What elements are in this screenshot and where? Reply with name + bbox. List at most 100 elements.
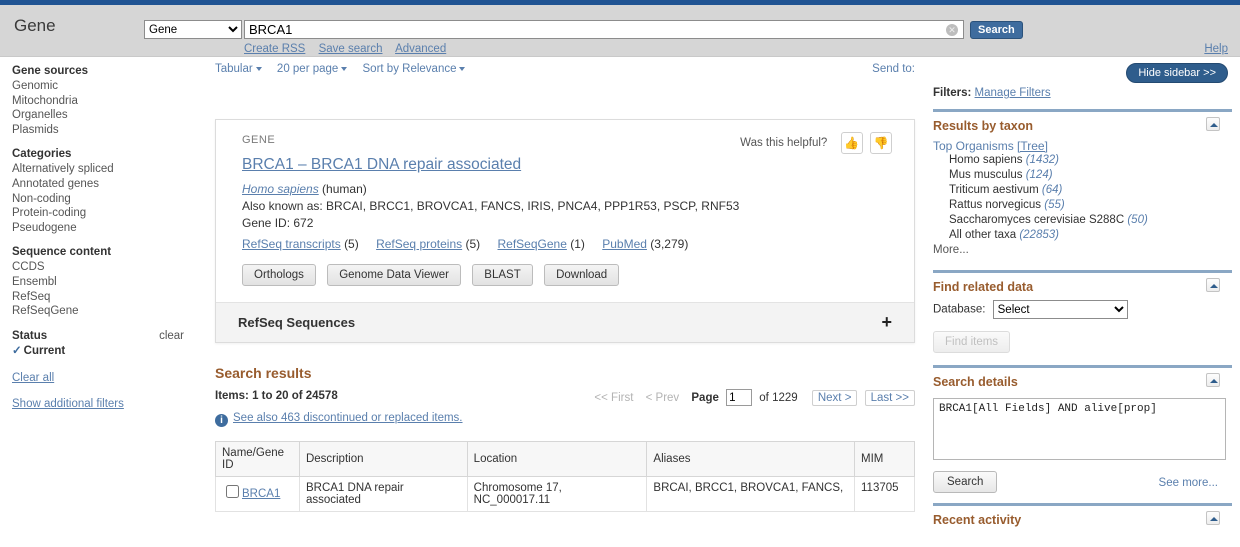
- status-clear-link[interactable]: clear: [159, 330, 184, 342]
- expand-plus-icon[interactable]: +: [881, 312, 892, 333]
- divider: [933, 109, 1232, 112]
- filter-group-categories: Categories Alternatively spliced Annotat…: [12, 148, 190, 235]
- filter-item-mitochondria[interactable]: Mitochondria: [12, 94, 190, 109]
- gene-title-link[interactable]: BRCA1 – BRCA1 DNA repair associated: [242, 156, 521, 174]
- see-more-link[interactable]: See more...: [1159, 477, 1218, 489]
- collapse-recent-button[interactable]: [1206, 511, 1220, 525]
- row-checkbox[interactable]: [226, 485, 239, 498]
- taxon-item-homo-sapiens[interactable]: Homo sapiens (1432): [949, 153, 1226, 168]
- show-additional-filters-link[interactable]: Show additional filters: [12, 398, 190, 410]
- refseq-sequences-section[interactable]: RefSeq Sequences +: [216, 302, 914, 342]
- database-title: Gene: [14, 16, 56, 35]
- gene-name-link[interactable]: BRCA1: [242, 488, 280, 500]
- taxon-item-rattus-norvegicus[interactable]: Rattus norvegicus (55): [949, 198, 1226, 213]
- species-link[interactable]: Homo sapiens: [242, 182, 319, 196]
- collapse-taxon-button[interactable]: [1206, 117, 1220, 131]
- clear-icon[interactable]: ✕: [946, 24, 958, 36]
- results-table: Name/Gene ID Description Location Aliase…: [215, 441, 915, 512]
- filter-item-pseudogene[interactable]: Pseudogene: [12, 221, 190, 236]
- refseq-transcripts-link[interactable]: RefSeq transcripts: [242, 237, 341, 251]
- filter-item-ccds[interactable]: CCDS: [12, 260, 190, 275]
- thumbs-up-icon[interactable]: 👍: [840, 132, 863, 154]
- divider: [933, 503, 1232, 506]
- download-button[interactable]: Download: [544, 264, 620, 286]
- column-header-mim[interactable]: MIM: [854, 441, 915, 477]
- refseq-proteins-link[interactable]: RefSeq proteins: [376, 237, 462, 251]
- discontinued-items-link[interactable]: See also 463 discontinued or replaced it…: [233, 412, 463, 424]
- blast-button[interactable]: BLAST: [472, 264, 533, 286]
- refseqgene-link[interactable]: RefSeqGene: [498, 237, 567, 251]
- taxon-name: Mus musculus: [949, 169, 1023, 181]
- taxon-item-all-other-taxa[interactable]: All other taxa (22853): [949, 228, 1226, 243]
- filter-item-organelles[interactable]: Organelles: [12, 108, 190, 123]
- filter-item-annotated-genes[interactable]: Annotated genes: [12, 177, 190, 192]
- refseq-proteins-count: (5): [465, 237, 481, 251]
- advanced-link[interactable]: Advanced: [395, 43, 446, 55]
- taxon-item-mus-musculus[interactable]: Mus musculus (124): [949, 168, 1226, 183]
- create-rss-link[interactable]: Create RSS: [244, 43, 305, 55]
- filter-item-plasmids[interactable]: Plasmids: [12, 123, 190, 138]
- next-page-button[interactable]: Next >: [811, 389, 858, 406]
- manage-filters-link[interactable]: Manage Filters: [975, 87, 1051, 99]
- filter-item-alternatively-spliced[interactable]: Alternatively spliced: [12, 162, 190, 177]
- table-header-row: Name/Gene ID Description Location Aliase…: [215, 441, 915, 477]
- help-link[interactable]: Help: [1204, 43, 1228, 55]
- column-header-aliases[interactable]: Aliases: [646, 441, 855, 477]
- search-details-textarea[interactable]: BRCA1[All Fields] AND alive[prop]: [933, 398, 1226, 460]
- taxon-more-link[interactable]: More...: [933, 244, 1226, 256]
- page-number-input[interactable]: [726, 389, 753, 406]
- taxon-item-triticum-aestivum[interactable]: Triticum aestivum (64): [949, 183, 1226, 198]
- first-page-button: << First: [594, 391, 634, 404]
- divider: [933, 365, 1232, 368]
- column-header-description[interactable]: Description: [298, 441, 468, 477]
- sort-dropdown[interactable]: Sort by Relevance: [363, 63, 466, 75]
- column-header-location[interactable]: Location: [466, 441, 648, 477]
- prev-page-button: < Prev: [645, 391, 680, 404]
- filter-item-refseq[interactable]: RefSeq: [12, 290, 190, 305]
- top-organisms-label: Top Organisms: [933, 139, 1014, 153]
- taxon-count: (22853): [1019, 229, 1059, 241]
- per-page-dropdown[interactable]: 20 per page: [277, 63, 348, 75]
- filter-group-sequence-content: Sequence content CCDS Ensembl RefSeq Ref…: [12, 246, 190, 318]
- search-input[interactable]: [244, 20, 964, 39]
- hide-sidebar-button[interactable]: Hide sidebar >>: [1126, 63, 1228, 83]
- filter-item-current[interactable]: ✓ Current: [12, 344, 190, 359]
- last-page-button[interactable]: Last >>: [864, 389, 915, 406]
- genome-data-viewer-button[interactable]: Genome Data Viewer: [327, 264, 461, 286]
- search-results-section: Search results Items: 1 to 20 of 24578 <…: [215, 365, 915, 512]
- send-to-dropdown[interactable]: Send to:: [872, 63, 915, 75]
- thumbs-down-icon[interactable]: 👎: [870, 132, 892, 154]
- filter-item-protein-coding[interactable]: Protein-coding: [12, 206, 190, 221]
- species-common-name: (human): [318, 182, 367, 196]
- filter-item-refseqgene[interactable]: RefSeqGene: [12, 304, 190, 319]
- page-header: Gene Gene ✕ Search Create RSS Save searc…: [0, 5, 1240, 57]
- taxon-tree-link[interactable]: [Tree]: [1017, 139, 1048, 153]
- orthologs-button[interactable]: Orthologs: [242, 264, 316, 286]
- find-related-data-header: Find related data: [933, 278, 1226, 294]
- details-search-button[interactable]: Search: [933, 471, 998, 493]
- clear-all-link[interactable]: Clear all: [12, 372, 190, 384]
- column-header-name[interactable]: Name/Gene ID: [215, 441, 300, 477]
- filter-sidebar: Gene sources Genomic Mitochondria Organe…: [0, 57, 200, 410]
- gene-summary-card: GENE Was this helpful? 👍 👎 BRCA1 – BRCA1…: [215, 119, 915, 343]
- related-database-select[interactable]: Select: [992, 300, 1128, 319]
- collapse-related-button[interactable]: [1206, 278, 1220, 292]
- database-select[interactable]: Gene: [144, 20, 242, 39]
- pubmed-link-wrap: PubMed (3,279): [602, 237, 688, 251]
- search-button[interactable]: Search: [970, 21, 1023, 39]
- display-format-dropdown[interactable]: Tabular: [215, 63, 262, 75]
- collapse-details-button[interactable]: [1206, 373, 1220, 387]
- results-by-taxon-header: Results by taxon: [933, 117, 1226, 133]
- filter-item-genomic[interactable]: Genomic: [12, 79, 190, 94]
- filter-item-ensembl[interactable]: Ensembl: [12, 275, 190, 290]
- taxon-count: (124): [1025, 169, 1053, 181]
- save-search-link[interactable]: Save search: [319, 43, 383, 55]
- pubmed-count: (3,279): [650, 237, 689, 251]
- filter-item-non-coding[interactable]: Non-coding: [12, 192, 190, 207]
- chevron-down-icon: [459, 66, 466, 71]
- table-row: BRCA1 BRCA1 DNA repair associated Chromo…: [215, 476, 915, 512]
- gene-ref-links: RefSeq transcripts (5) RefSeq proteins (…: [242, 237, 892, 251]
- pubmed-link[interactable]: PubMed: [602, 237, 647, 251]
- taxon-item-saccharomyces-cerevisiae[interactable]: Saccharomyces cerevisiae S288C (50): [949, 213, 1226, 228]
- recent-activity-title: Recent activity: [933, 513, 1022, 527]
